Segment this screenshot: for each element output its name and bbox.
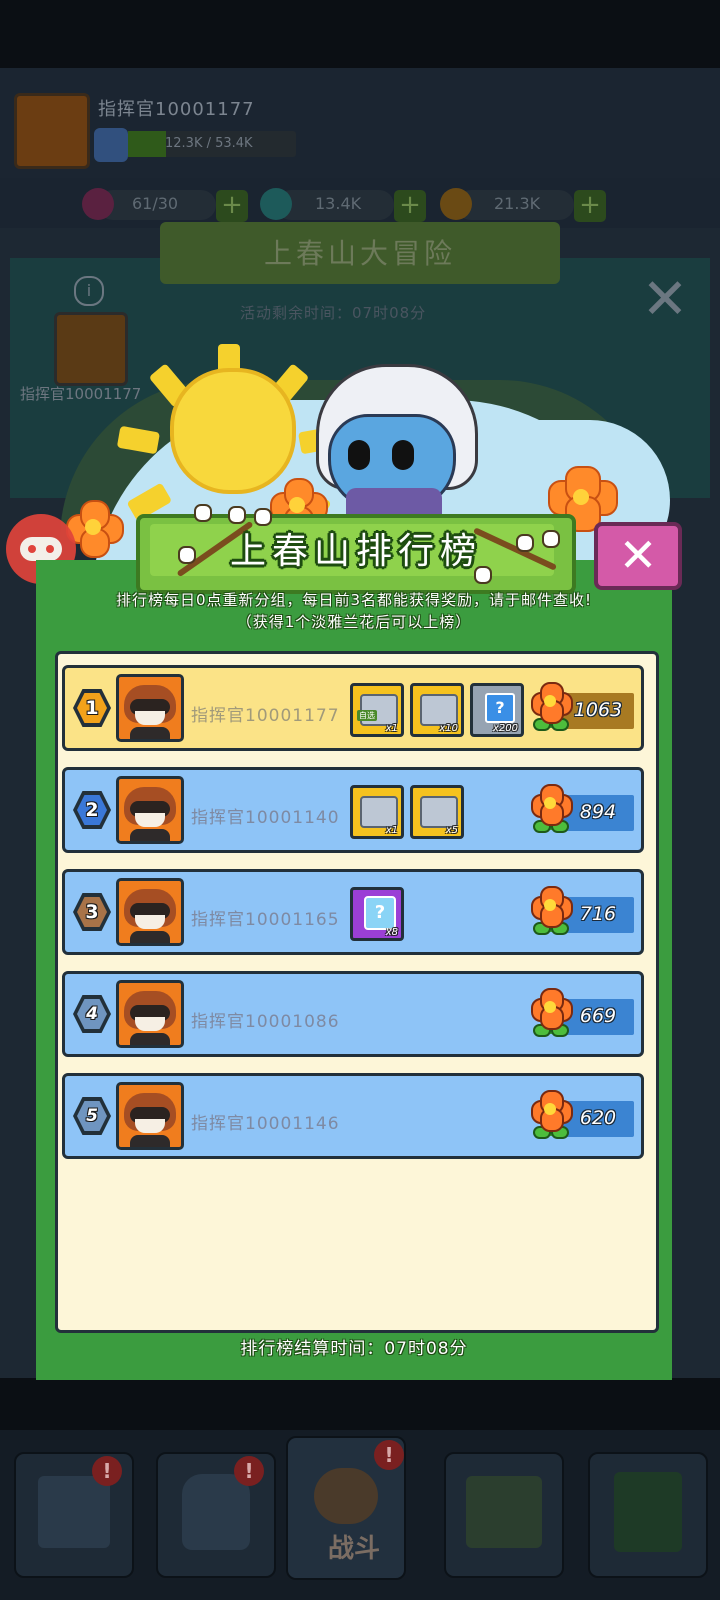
reward-gold-chest[interactable]: x5 [410, 785, 464, 839]
score-value: 669 [579, 1005, 617, 1027]
battle-icon [314, 1468, 378, 1524]
player-name: 指挥官10001177 [191, 706, 340, 726]
energy-value: 61/30 [132, 194, 179, 213]
rank-badge: 4 [73, 995, 111, 1033]
stage-close-icon[interactable]: ✕ [636, 272, 694, 330]
rules-text: 排行榜每日0点重新分组，每日前3名都能获得奖励，请于邮件查收! （获得1个淡雅兰… [40, 589, 668, 633]
profile-avatar[interactable] [54, 312, 128, 386]
armor-icon [182, 1474, 250, 1550]
reward-purple-card[interactable]: ? x8 [350, 887, 404, 941]
shop-icon [38, 1476, 110, 1548]
avatar[interactable] [116, 1082, 184, 1150]
rank-number: 1 [85, 697, 99, 719]
coin-value: 21.3K [494, 194, 541, 213]
ranking-row[interactable]: 5 指挥官10001146 620 [62, 1073, 644, 1159]
reward-qty: x8 [385, 927, 398, 938]
score-value: 620 [579, 1107, 617, 1129]
energy-icon [82, 188, 114, 220]
score-value: 716 [579, 903, 617, 925]
chest-icon [420, 796, 458, 828]
blossom-icon [194, 504, 212, 522]
map-icon [466, 1476, 542, 1548]
player-avatar[interactable] [14, 93, 90, 169]
battle-label: 战斗 [327, 1534, 380, 1564]
score-value: 894 [579, 801, 617, 823]
question-card-icon: ? [364, 896, 396, 930]
equipment-badge: ! [234, 1456, 264, 1486]
level-badge [94, 128, 128, 162]
player-name: 指挥官10001177 [98, 99, 255, 120]
leaderboard-title: 上春山排行榜 [229, 531, 482, 572]
reward-qty: x200 [492, 723, 518, 734]
reward-gold-chest[interactable]: 自选 x1 [350, 683, 404, 737]
rank-badge: 2 [73, 791, 111, 829]
add-energy-button[interactable]: + [216, 190, 248, 222]
ranking-row[interactable]: 3 指挥官10001165 ? x8 716 [62, 869, 644, 955]
ranking-row[interactable]: 2 指挥官10001140 x1 x5 894 [62, 767, 644, 853]
xp-bar-fill [128, 131, 166, 157]
avatar[interactable] [116, 776, 184, 844]
diamond-icon [260, 188, 292, 220]
avatar[interactable] [116, 878, 184, 946]
battle-badge: ! [374, 1440, 404, 1470]
chest-icon [360, 796, 398, 828]
question-card-icon: ? [485, 693, 515, 723]
reward-silver-card[interactable]: ? x200 [470, 683, 524, 737]
rank-badge: 5 [73, 1097, 111, 1135]
gamepad-button-dot [46, 545, 54, 553]
event-timer: 活动剩余时间：07时08分 [240, 304, 427, 322]
nav-map[interactable] [444, 1452, 564, 1578]
rank-number: 5 [86, 1106, 98, 1126]
profile-name: 指挥官10001177 [20, 385, 142, 403]
hero-eye [348, 440, 370, 470]
player-name: 指挥官10001086 [191, 1012, 340, 1032]
rules-line-2: （获得1个淡雅兰花后可以上榜） [236, 613, 472, 631]
settlement-time: 排行榜结算时间：07时08分 [240, 1339, 468, 1359]
close-button[interactable]: ✕ [594, 522, 682, 590]
rank-number: 2 [85, 799, 99, 821]
gamepad-dpad [28, 545, 36, 553]
player-name: 指挥官10001165 [191, 910, 340, 930]
rank-badge: 1 [73, 689, 111, 727]
coin-icon [440, 188, 472, 220]
sun-icon [170, 368, 296, 494]
reward-gold-chest[interactable]: x1 [350, 785, 404, 839]
score-value: 1063 [573, 699, 623, 721]
close-icon: ✕ [618, 528, 658, 582]
reward-qty: x1 [385, 723, 398, 734]
add-gem-button[interactable]: + [394, 190, 426, 222]
reward-tag: 自选 [357, 710, 377, 721]
rules-line-1: 排行榜每日0点重新分组，每日前3名都能获得奖励，请于邮件查收! [115, 591, 593, 609]
shop-badge: ! [92, 1456, 122, 1486]
player-name: 指挥官10001140 [191, 808, 340, 828]
avatar[interactable] [116, 674, 184, 742]
reward-qty: x1 [385, 825, 398, 836]
player-name: 指挥官10001146 [191, 1114, 340, 1134]
ranking-row[interactable]: 1 指挥官10001177 自选 x1 x10 ? x200 1063 [62, 665, 644, 751]
reward-qty: x5 [445, 825, 458, 836]
rank-badge: 3 [73, 893, 111, 931]
upgrade-icon [614, 1472, 682, 1552]
gem-value: 13.4K [315, 194, 362, 213]
add-coin-button[interactable]: + [574, 190, 606, 222]
xp-text: 12.3K / 53.4K [165, 136, 253, 151]
chest-icon [420, 694, 458, 726]
gamepad-icon [20, 537, 62, 561]
avatar[interactable] [116, 980, 184, 1048]
reward-gold-chest[interactable]: x10 [410, 683, 464, 737]
nav-upgrade[interactable] [588, 1452, 708, 1578]
hero-eye [392, 440, 414, 470]
rank-number: 3 [85, 901, 99, 923]
stage-title: 上春山大冒险 [263, 237, 456, 270]
info-icon[interactable]: i [74, 276, 104, 306]
reward-qty: x10 [439, 723, 458, 734]
rank-number: 4 [86, 1004, 98, 1024]
ranking-row[interactable]: 4 指挥官10001086 669 [62, 971, 644, 1057]
